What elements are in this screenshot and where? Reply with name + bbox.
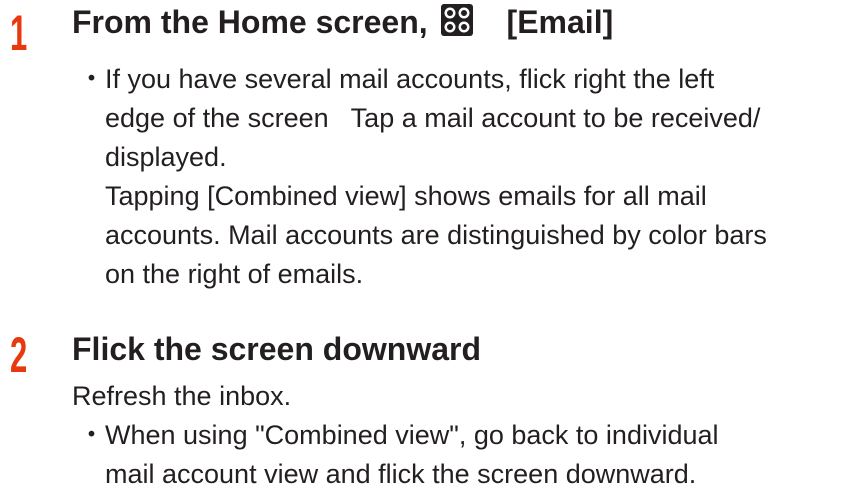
step-title: From the Home screen, [Email] (72, 2, 613, 42)
step-title-suffix: [Email] (506, 4, 614, 40)
bullet-line: When using "Combined view", go back to i… (105, 420, 719, 450)
bullet-line: edge of the screen Tap a mail account to … (105, 99, 760, 138)
step-title-prefix: From the Home screen, (72, 4, 428, 40)
bullet-line: accounts. Mail accounts are distinguishe… (105, 220, 767, 250)
bullet-line-part: edge of the screen (105, 103, 329, 133)
step-body-text: Refresh the inbox. (72, 381, 292, 411)
bullet-mark: ・ (78, 420, 105, 450)
step-number: 1 (10, 5, 28, 61)
bullet-line: Tapping [Combined view] shows emails for… (105, 181, 707, 211)
step-title: Flick the screen downward (72, 331, 481, 367)
bullet-line-part: Tap a mail account to be received/ (350, 103, 761, 133)
bullet-line: on the right of emails. (105, 259, 364, 289)
apps-grid-icon (440, 4, 473, 36)
bullet-line: If you have several mail accounts, flick… (105, 64, 715, 94)
step-number: 2 (10, 327, 28, 383)
bullet-line: mail account view and flick the screen d… (105, 459, 697, 489)
bullet-mark: ・ (78, 64, 105, 94)
bullet-line: displayed. (105, 142, 227, 172)
